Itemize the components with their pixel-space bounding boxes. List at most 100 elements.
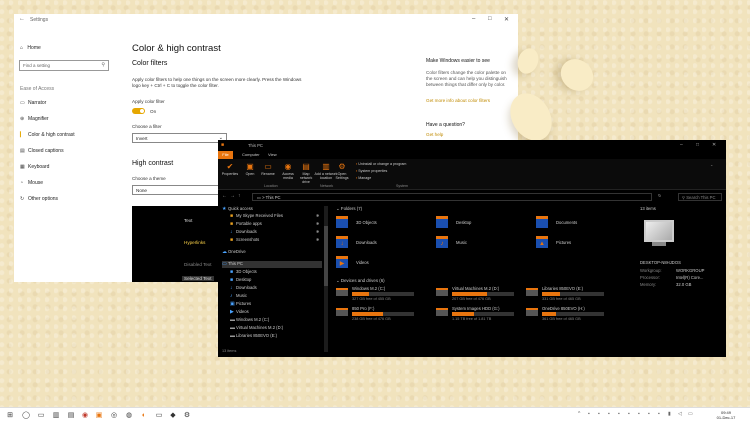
nav-item-closed-captions[interactable]: ▤ Closed captions: [20, 148, 120, 158]
tree-item[interactable]: ▬Windows M.2 (C:): [230, 317, 269, 324]
nav-item-narrator[interactable]: ▭ Narrator: [20, 100, 120, 110]
settings-search-input[interactable]: Find a setting ⚲: [19, 60, 109, 71]
store-icon[interactable]: ▤: [66, 411, 76, 420]
system-properties-link[interactable]: ▪ System properties: [356, 169, 387, 173]
tab-file[interactable]: File: [218, 151, 233, 159]
start-icon[interactable]: ⊞: [5, 411, 15, 420]
tree-item[interactable]: ▶ Videos: [230, 309, 249, 316]
folders-group-header[interactable]: ⌄ Folders (7): [336, 206, 362, 212]
task-view-icon[interactable]: ▭: [36, 411, 46, 420]
tray-icon[interactable]: ▪: [588, 411, 590, 417]
folder-item[interactable]: Desktop: [436, 216, 516, 230]
drive-item[interactable]: OneDrive 850EVO (H:) 361 GB free of 465 G…: [526, 306, 614, 324]
app-icon[interactable]: ◆: [168, 411, 178, 420]
tray-icon[interactable]: ▪: [618, 411, 620, 417]
app-icon[interactable]: ◉: [80, 411, 90, 420]
back-arrow-icon[interactable]: ←: [222, 193, 227, 199]
back-arrow-icon[interactable]: ←: [19, 16, 25, 22]
drives-group-header[interactable]: ⌄ Devices and drives (6): [336, 278, 385, 284]
tree-item[interactable]: ■ My Skype Received Files: [230, 213, 283, 220]
folder-item[interactable]: ▶ Videos: [336, 256, 416, 270]
folder-item[interactable]: ♪ Music: [436, 236, 516, 250]
drive-item[interactable]: 850 Pro (F:) 238 GB free of 476 GB: [336, 306, 424, 324]
tab-view[interactable]: View: [268, 152, 277, 157]
color-filters-info-link[interactable]: Get more info about color filters: [426, 98, 490, 103]
folder-item[interactable]: Documents: [536, 216, 616, 230]
folder-item[interactable]: ▲ Pictures: [536, 236, 616, 250]
volume-icon[interactable]: ◁: [678, 411, 682, 417]
app-icon[interactable]: ▭: [154, 411, 164, 420]
tray-icon[interactable]: ▪: [648, 411, 650, 417]
maximize-icon[interactable]: □: [488, 16, 492, 22]
drive-item[interactable]: Virtual Machines M.2 (D:) 207 GB free of …: [436, 286, 524, 304]
tree-item[interactable]: ■ Desktop: [230, 277, 251, 284]
rename-button[interactable]: ▭ Rename: [258, 162, 278, 176]
close-icon[interactable]: ✕: [504, 16, 509, 23]
tree-item[interactable]: ♪ Music: [230, 293, 247, 300]
tray-icon[interactable]: ▪: [658, 411, 660, 417]
settings-gear-icon[interactable]: ⚙: [182, 411, 192, 420]
tray-icon[interactable]: ▪: [628, 411, 630, 417]
recycle-bin-icon[interactable]: ▥: [51, 411, 61, 420]
tray-expand-icon[interactable]: ^: [578, 411, 580, 417]
search-icon[interactable]: ◯: [21, 411, 31, 420]
drive-item[interactable]: System Images HDD (G:) 1.15 TB free of 1.…: [436, 306, 524, 324]
tray-icon[interactable]: ▪: [638, 411, 640, 417]
network-icon[interactable]: ▮: [668, 411, 671, 417]
tray-icon[interactable]: ▪: [598, 411, 600, 417]
tray-icon[interactable]: ▪: [608, 411, 610, 417]
tree-item[interactable]: ↓ Downloads: [230, 229, 257, 236]
uninstall-program-link[interactable]: ▪ Uninstall or change a program: [356, 162, 406, 166]
chevron-down-icon[interactable]: ⌄: [710, 162, 713, 167]
drive-item[interactable]: Windows M.2 (C:) 327 GB free of 455 GB: [336, 286, 424, 304]
properties-button[interactable]: ✔ Properties: [220, 162, 240, 176]
tree-item[interactable]: ■ Portable apps: [230, 221, 262, 228]
app-icon[interactable]: ◍: [124, 411, 134, 420]
tree-item[interactable]: ▣Pictures: [230, 301, 251, 308]
forward-arrow-icon[interactable]: →: [230, 193, 235, 199]
tree-item-onedrive[interactable]: ☁OneDrive: [222, 249, 246, 256]
drive-usage-bar: [452, 292, 514, 296]
map-network-drive-button[interactable]: ▤ Map network drive: [296, 162, 316, 184]
minimize-icon[interactable]: –: [472, 16, 475, 22]
folder-item[interactable]: 3D Objects: [336, 216, 416, 230]
tab-computer[interactable]: Computer: [242, 152, 260, 157]
minimize-icon[interactable]: –: [680, 142, 683, 148]
tree-item[interactable]: ↓ Downloads: [230, 285, 257, 292]
apply-color-filter-toggle[interactable]: [132, 108, 145, 114]
tree-item-quick-access[interactable]: ★ Quick access: [222, 206, 253, 213]
explorer-search-input[interactable]: ⚲ Search This PC: [678, 193, 722, 201]
refresh-icon[interactable]: ↻: [658, 193, 661, 198]
up-arrow-icon[interactable]: ↑: [238, 193, 241, 199]
browser-icon[interactable]: ◐: [139, 411, 149, 420]
app-icon[interactable]: ◎: [109, 411, 119, 420]
nav-item-other-options[interactable]: ↻ Other options: [20, 196, 120, 206]
tree-item[interactable]: ▬Virtual Machines M.2 (D:): [230, 325, 283, 332]
nav-item-mouse[interactable]: ◔ Mouse: [20, 180, 120, 190]
navigation-pane: ★ Quick access ■ My Skype Received Files ✱…: [218, 206, 324, 352]
file-explorer-icon[interactable]: ▣: [94, 411, 104, 420]
pin-icon: ✱: [316, 213, 320, 218]
open-button[interactable]: ▣ Open: [240, 162, 260, 176]
navigation-scrollbar[interactable]: [324, 206, 328, 352]
keyboard-icon[interactable]: ▭: [688, 411, 693, 417]
clock[interactable]: 09:49 01-Dec-17: [706, 410, 746, 420]
open-settings-button[interactable]: ⚙ Open Settings: [332, 162, 352, 180]
nav-item-keyboard[interactable]: ▦ Keyboard: [20, 164, 120, 174]
nav-item-magnifier[interactable]: ⊕ Magnifier: [20, 116, 120, 126]
tree-item[interactable]: ■ 3D Objects: [230, 269, 257, 276]
drive-item[interactable]: Libraries 850EVO (E:) 331 GB free of 465 …: [526, 286, 614, 304]
tree-item-this-pc[interactable]: ▭This PC: [222, 261, 322, 268]
close-icon[interactable]: ✕: [712, 142, 716, 148]
access-media-button[interactable]: ◉ Access media: [278, 162, 298, 180]
folder-item[interactable]: ↓ Downloads: [336, 236, 416, 250]
address-bar[interactable]: ▭ > This PC: [252, 193, 652, 201]
tree-item[interactable]: ▬Libraries 850EVO (E:): [230, 333, 277, 340]
get-help-link[interactable]: Get help: [426, 132, 443, 137]
maximize-icon[interactable]: □: [696, 142, 699, 148]
manage-link[interactable]: ▪ Manage: [356, 176, 371, 180]
tree-item[interactable]: ■ Screenshots: [230, 237, 259, 244]
filter-dropdown[interactable]: Invert ⌄: [132, 133, 227, 143]
nav-item-color-contrast[interactable]: ▎ Color & high contrast: [20, 132, 120, 142]
nav-home[interactable]: ⌂ Home: [20, 45, 41, 51]
